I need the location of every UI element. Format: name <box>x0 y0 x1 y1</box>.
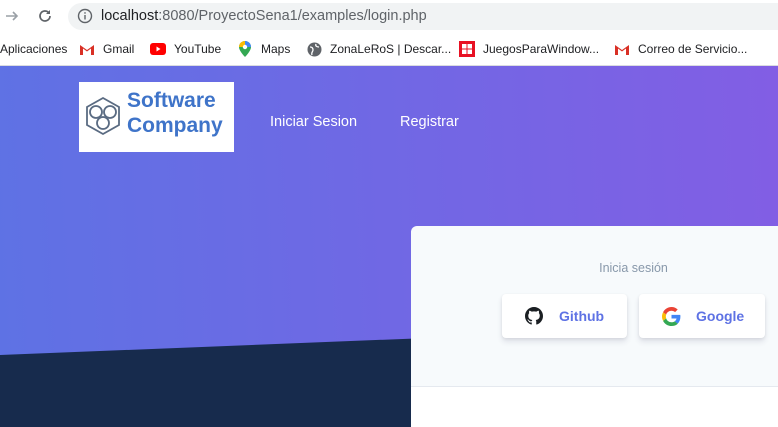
bookmark-label: Maps <box>261 42 291 56</box>
bookmark-gmail[interactable]: Gmail <box>79 40 134 58</box>
google-icon <box>661 306 681 326</box>
gmail-icon <box>614 41 630 57</box>
bookmark-zonaleros[interactable]: ZonaLeRoS | Descar... <box>306 40 451 58</box>
browser-toolbar: localhost:8080/ProyectoSena1/examples/lo… <box>0 0 778 32</box>
forward-arrow-icon[interactable] <box>2 6 22 26</box>
logo-hexagon-icon <box>86 96 120 136</box>
page-header-section: Software Company Iniciar Sesion Registra… <box>0 66 778 427</box>
brand-line-2: Company <box>127 114 223 137</box>
bookmark-maps[interactable]: Maps <box>237 40 290 58</box>
url-path: :8080/ProyectoSena1/examples/login.php <box>158 8 427 24</box>
login-card: Inicia sesión Github Google <box>411 226 778 427</box>
gmail-icon <box>79 41 95 57</box>
bookmarks-bar: Aplicaciones Gmail YouTube Maps ZonaLeRo… <box>0 32 778 66</box>
brand-line-1: Software <box>127 89 216 112</box>
site-info-icon[interactable] <box>76 7 94 25</box>
google-login-button[interactable]: Google <box>639 294 765 338</box>
bookmark-label: JuegosParaWindow... <box>483 42 600 56</box>
nav-link-registrar[interactable]: Registrar <box>400 114 459 130</box>
card-form-area <box>411 387 778 427</box>
bookmark-label: YouTube <box>174 42 222 56</box>
bookmark-juegos[interactable]: JuegosParaWindow... <box>459 40 599 58</box>
card-subtitle: Inicia sesión <box>599 261 668 275</box>
github-button-label: Github <box>559 308 605 324</box>
windows-icon <box>459 41 475 57</box>
brand-name: Software Company <box>127 88 223 138</box>
bookmark-label: Gmail <box>103 42 135 56</box>
brand-logo[interactable]: Software Company <box>79 82 234 152</box>
maps-icon <box>237 41 253 57</box>
url-host: localhost <box>101 8 159 24</box>
github-icon <box>524 306 544 326</box>
youtube-icon <box>150 41 166 57</box>
reload-icon[interactable] <box>35 6 55 26</box>
google-button-label: Google <box>696 308 745 324</box>
bookmark-label: Correo de Servicio... <box>638 42 748 56</box>
url-text[interactable]: localhost:8080/ProyectoSena1/examples/lo… <box>101 8 427 24</box>
bookmark-label: ZonaLeRoS | Descar... <box>330 42 452 56</box>
globe-icon <box>306 41 322 57</box>
bookmark-correo[interactable]: Correo de Servicio... <box>614 40 747 58</box>
bookmark-youtube[interactable]: YouTube <box>150 40 221 58</box>
nav-link-iniciar-sesion[interactable]: Iniciar Sesion <box>270 114 357 130</box>
github-login-button[interactable]: Github <box>502 294 627 338</box>
bookmark-label: Aplicaciones <box>0 42 68 56</box>
bookmark-aplicaciones[interactable]: Aplicaciones <box>0 40 67 58</box>
